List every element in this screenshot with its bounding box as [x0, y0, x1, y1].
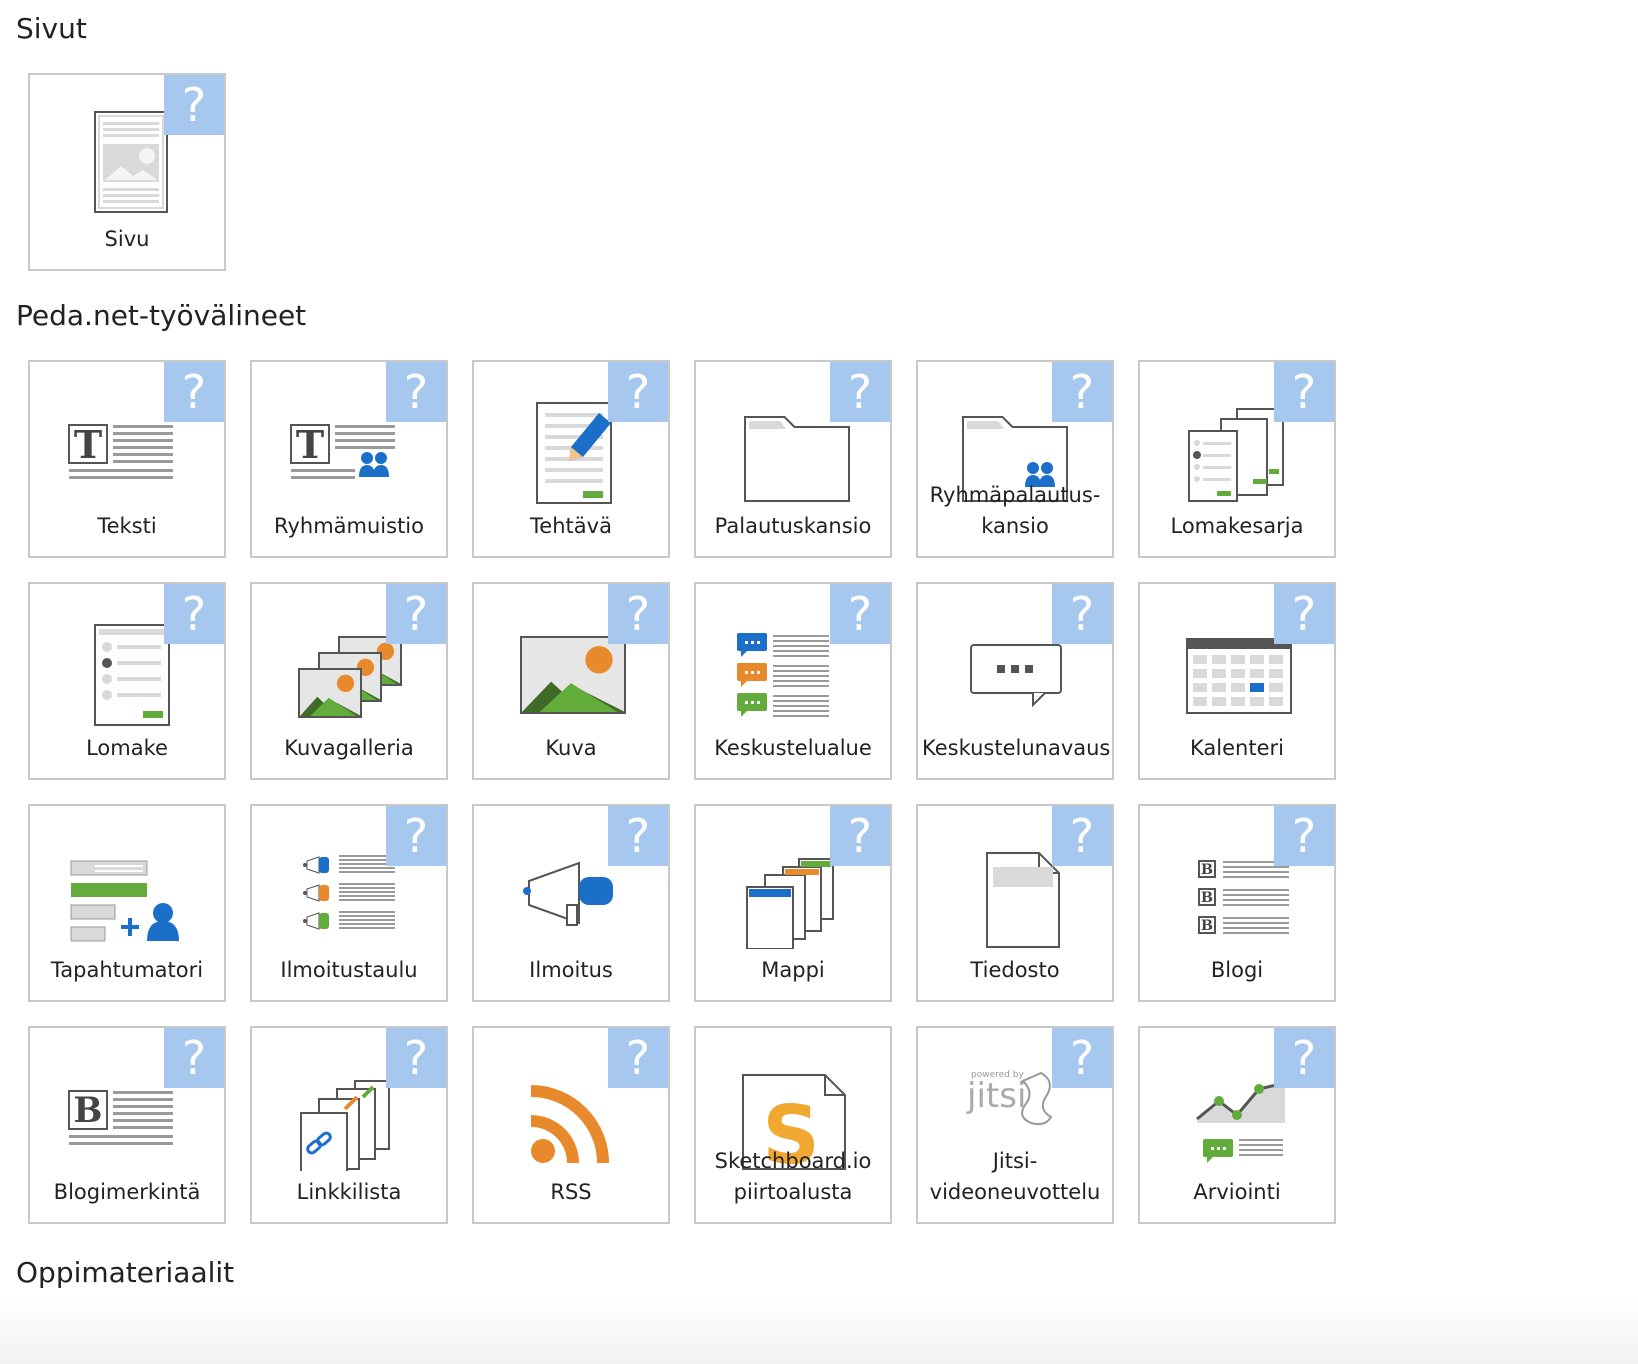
tile-ryhmäpalautus-kansio[interactable]: ? Ryhmäpalautus-kansio [916, 360, 1114, 558]
help-button[interactable]: ? [1274, 806, 1334, 866]
section-title-tools: Peda.net-työvälineet [16, 299, 307, 332]
tile-tiedosto[interactable]: ? Tiedosto [916, 804, 1114, 1002]
svg-text:T: T [296, 422, 324, 467]
svg-text:B: B [1201, 889, 1213, 906]
tile-label: Sketchboard.io piirtoalusta [714, 1149, 872, 1204]
tile-kuva[interactable]: ? Kuva [472, 582, 670, 780]
help-button[interactable]: ? [1274, 362, 1334, 422]
tile-label: Ilmoitustaulu [280, 958, 418, 982]
svg-text:T: T [74, 422, 102, 467]
tile-kuvagalleria[interactable]: ? Kuvagalleria [250, 582, 448, 780]
svg-text:B: B [1201, 861, 1213, 878]
tile-label: Tapahtumatori [50, 958, 204, 982]
tile-label: Blogimerkintä [53, 1180, 201, 1204]
help-button[interactable]: ? [164, 584, 224, 644]
tile-label: Kuva [545, 736, 597, 760]
tile-ryhmämuistio[interactable]: T? Ryhmämuistio [250, 360, 448, 558]
tile-label: Blogi [1210, 958, 1264, 982]
tile-rss[interactable]: ? RSS [472, 1026, 670, 1224]
tile-kalenteri[interactable]: ? Kalenteri [1138, 582, 1336, 780]
help-button[interactable]: ? [164, 75, 224, 135]
tile-label: Tehtävä [530, 514, 612, 538]
tile-label: Jitsi-videoneuvottelu [929, 1149, 1101, 1204]
tile-label: Ryhmäpalautus-kansio [929, 483, 1101, 538]
tile-label: Linkkilista [296, 1180, 402, 1204]
tools-grid: T? Teksti T? Ryhmämuistio? Tehtävä? Palautusk… [28, 360, 1336, 1224]
tile-blogi[interactable]: B B B? Blogi [1138, 804, 1336, 1002]
tile-keskustelualue[interactable]: ? Keskustelualue [694, 582, 892, 780]
tile-arviointi[interactable]: ? Arviointi [1138, 1026, 1336, 1224]
help-button[interactable]: ? [830, 806, 890, 866]
tile-label: Arviointi [1193, 1180, 1281, 1204]
tile-mappi[interactable]: ? Mappi [694, 804, 892, 1002]
tile-label: Palautuskansio [714, 514, 872, 538]
tile-label: Sivu [104, 227, 150, 251]
svg-text:B: B [1201, 917, 1213, 934]
svg-text:B: B [74, 1091, 103, 1131]
tile-linkkilista[interactable]: ? Linkkilista [250, 1026, 448, 1224]
help-button[interactable]: ? [386, 1028, 446, 1088]
help-button[interactable]: ? [386, 362, 446, 422]
event-market-icon [65, 841, 193, 949]
tile-teksti[interactable]: T? Teksti [28, 360, 226, 558]
tile-jitsi-videoneuvottelu[interactable]: powered by jitsi? Jitsi-videoneuvottelu [916, 1026, 1114, 1224]
tile-label: Tiedosto [970, 958, 1060, 982]
tile-keskustelunavaus[interactable]: ? Keskustelunavaus [916, 582, 1114, 780]
tile-label: Keskustelunavaus [922, 736, 1111, 760]
help-button[interactable]: ? [608, 362, 668, 422]
section-title-materials: Oppimateriaalit [16, 1256, 235, 1289]
tile-label: Lomake [86, 736, 168, 760]
tile-tehtävä[interactable]: ? Tehtävä [472, 360, 670, 558]
tile-label: Mappi [761, 958, 825, 982]
help-button[interactable]: ? [1052, 362, 1112, 422]
tile-lomake[interactable]: ? Lomake [28, 582, 226, 780]
tile-palautuskansio[interactable]: ? Palautuskansio [694, 360, 892, 558]
tile-label: Kuvagalleria [284, 736, 414, 760]
tile-label: Keskustelualue [714, 736, 872, 760]
help-button[interactable]: ? [386, 584, 446, 644]
jitsi-logo-text: jitsi [966, 1076, 1026, 1116]
tile-sketchboard-io-piirtoalusta[interactable]: S Sketchboard.io piirtoalusta [694, 1026, 892, 1224]
help-button[interactable]: ? [608, 806, 668, 866]
help-button[interactable]: ? [1052, 806, 1112, 866]
tile-tapahtumatori[interactable]: Tapahtumatori [28, 804, 226, 1002]
help-button[interactable]: ? [386, 806, 446, 866]
tile-label: RSS [550, 1180, 592, 1204]
help-button[interactable]: ? [1052, 1028, 1112, 1088]
tile-label: Teksti [97, 514, 157, 538]
tile-label: Kalenteri [1190, 736, 1284, 760]
pages-grid: ? Sivu [28, 73, 1336, 271]
help-button[interactable]: ? [608, 584, 668, 644]
help-button[interactable]: ? [830, 362, 890, 422]
help-button[interactable]: ? [1274, 584, 1334, 644]
bottom-fade [0, 1294, 1638, 1364]
help-button[interactable]: ? [164, 1028, 224, 1088]
tile-ilmoitus[interactable]: ? Ilmoitus [472, 804, 670, 1002]
help-button[interactable]: ? [164, 362, 224, 422]
section-title-pages: Sivut [16, 12, 87, 45]
tile-blogimerkintä[interactable]: B? Blogimerkintä [28, 1026, 226, 1224]
help-button[interactable]: ? [1052, 584, 1112, 644]
tile-label: Lomakesarja [1170, 514, 1304, 538]
tile-sivu[interactable]: ? Sivu [28, 73, 226, 271]
help-button[interactable]: ? [1274, 1028, 1334, 1088]
tile-label: Ilmoitus [529, 958, 613, 982]
tile-ilmoitustaulu[interactable]: ? Ilmoitustaulu [250, 804, 448, 1002]
tile-lomakesarja[interactable]: ? Lomakesarja [1138, 360, 1336, 558]
help-button[interactable]: ? [830, 584, 890, 644]
tile-label: Ryhmämuistio [274, 514, 424, 538]
help-button[interactable]: ? [608, 1028, 668, 1088]
